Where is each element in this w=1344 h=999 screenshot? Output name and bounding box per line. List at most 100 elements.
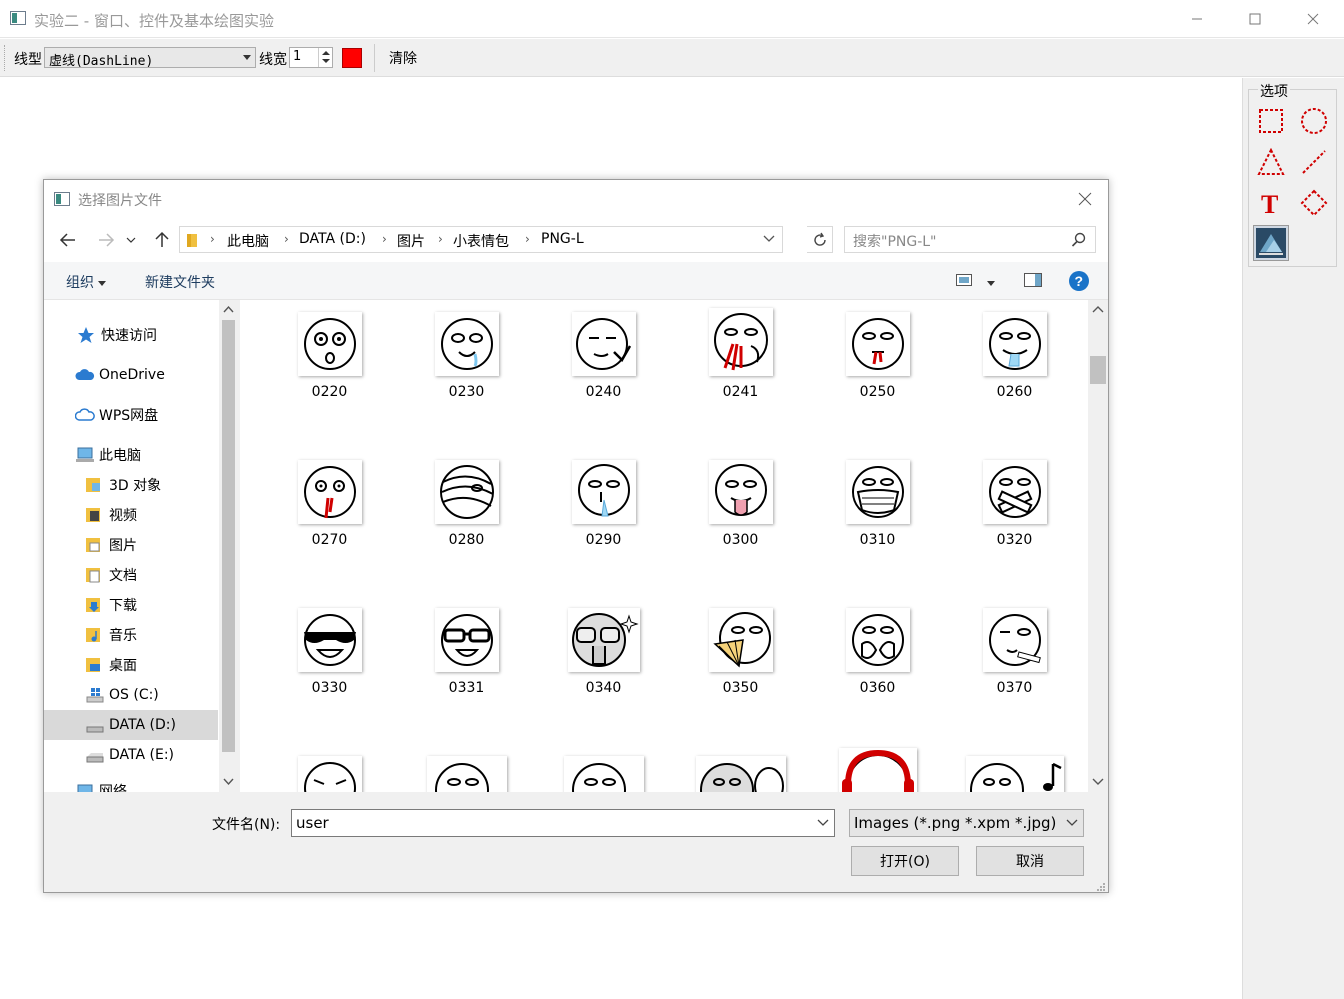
minimize-button[interactable] — [1168, 0, 1226, 38]
refresh-button[interactable] — [807, 226, 833, 253]
nav-item-quick-access[interactable]: 快速访问 — [44, 320, 218, 350]
resize-grip-icon[interactable] — [1096, 880, 1106, 891]
rectangle-tool-button[interactable] — [1254, 104, 1288, 138]
maximize-button[interactable] — [1226, 0, 1284, 38]
file-item[interactable] — [809, 744, 946, 792]
filename-input[interactable]: user — [291, 809, 835, 837]
diamond-tool-button[interactable] — [1297, 186, 1331, 220]
color-picker-button[interactable] — [342, 48, 362, 68]
up-button[interactable] — [150, 228, 174, 252]
help-button[interactable]: ? — [1068, 270, 1090, 296]
triangle-tool-button[interactable] — [1254, 145, 1288, 179]
breadcrumb-item[interactable]: 小表情包 — [453, 231, 509, 251]
file-thumbnail — [434, 608, 499, 672]
address-bar[interactable]: › 此电脑 › DATA (D:) › 图片 › 小表情包 › PNG-L — [179, 226, 783, 253]
file-item[interactable]: 0310 — [809, 448, 946, 596]
file-item[interactable]: 0220 — [261, 300, 398, 448]
cancel-button[interactable]: 取消 — [976, 846, 1084, 876]
file-item[interactable]: 0240 — [535, 300, 672, 448]
windows-drive-icon — [85, 686, 104, 704]
search-input[interactable]: 搜索"PNG-L" — [844, 226, 1096, 253]
nav-item-data-e[interactable]: DATA (E:) — [44, 740, 218, 770]
file-item[interactable]: 0340 — [535, 596, 672, 744]
folder-video-icon — [85, 506, 103, 524]
nav-pane-scrollbar[interactable] — [219, 300, 238, 792]
breadcrumb-item[interactable]: 此电脑 — [227, 231, 269, 251]
address-dropdown-button[interactable] — [762, 231, 780, 249]
nav-item-os-c[interactable]: OS (C:) — [44, 680, 218, 710]
recent-locations-button[interactable] — [124, 228, 138, 252]
scroll-thumb[interactable] — [222, 320, 235, 752]
open-button[interactable]: 打开(O) — [851, 846, 959, 876]
spin-down-icon[interactable] — [322, 59, 330, 63]
breadcrumb-item[interactable]: 图片 — [397, 231, 425, 251]
back-button[interactable] — [56, 228, 80, 252]
preview-pane-button[interactable] — [1024, 272, 1042, 292]
nav-item-videos[interactable]: 视频 — [44, 500, 218, 530]
file-item[interactable]: 0350 — [672, 596, 809, 744]
line-style-combo[interactable]: 虚线(DashLine) — [44, 47, 256, 69]
folder-downloads-icon — [85, 596, 103, 614]
file-item[interactable] — [946, 744, 1083, 792]
breadcrumb-item[interactable]: DATA (D:) — [299, 231, 366, 247]
nav-item-music[interactable]: 音乐 — [44, 620, 218, 650]
file-item[interactable]: 0360 — [809, 596, 946, 744]
file-item[interactable]: 0250 — [809, 300, 946, 448]
file-type-filter[interactable]: Images (*.png *.xpm *.jpg) — [849, 809, 1084, 837]
line-width-spinbox[interactable]: 1 — [289, 47, 333, 68]
file-item[interactable]: 0370 — [946, 596, 1083, 744]
ellipse-tool-button[interactable] — [1297, 104, 1331, 138]
breadcrumb-separator: › — [210, 232, 215, 246]
toolbar-grip[interactable] — [4, 45, 7, 71]
close-button[interactable] — [1284, 0, 1342, 38]
nav-item-desktop[interactable]: 桌面 — [44, 650, 218, 680]
nav-item-documents[interactable]: 文档 — [44, 560, 218, 590]
view-options-dropdown[interactable] — [986, 276, 996, 292]
nav-item-onedrive[interactable]: OneDrive — [44, 360, 218, 390]
file-item[interactable] — [261, 744, 398, 792]
filter-dropdown[interactable] — [1065, 816, 1079, 834]
change-view-button[interactable] — [956, 273, 972, 291]
nav-item-network[interactable]: 网络 — [44, 776, 218, 792]
scroll-thumb[interactable] — [1090, 356, 1106, 384]
nav-item-pictures[interactable]: 图片 — [44, 530, 218, 560]
file-list-scrollbar[interactable] — [1088, 300, 1108, 792]
file-thumbnail — [297, 608, 362, 672]
organize-menu[interactable]: 组织 — [66, 272, 106, 292]
nav-item-label: 音乐 — [109, 628, 137, 644]
options-title: 选项 — [1258, 81, 1290, 101]
file-name: 0300 — [722, 532, 759, 548]
filename-history-dropdown[interactable] — [816, 816, 830, 834]
file-item[interactable]: 0280 — [398, 448, 535, 596]
file-item[interactable] — [672, 744, 809, 792]
clear-button[interactable]: 清除 — [383, 47, 423, 69]
file-item[interactable]: 0260 — [946, 300, 1083, 448]
dialog-close-button[interactable] — [1070, 185, 1100, 213]
file-item[interactable]: 0270 — [261, 448, 398, 596]
spin-buttons[interactable] — [318, 48, 332, 67]
file-item[interactable]: 0320 — [946, 448, 1083, 596]
file-item[interactable]: 0300 — [672, 448, 809, 596]
file-item[interactable]: 0331 — [398, 596, 535, 744]
file-item[interactable]: 0230 — [398, 300, 535, 448]
rectangle-icon — [1259, 109, 1283, 133]
nav-item-downloads[interactable]: 下载 — [44, 590, 218, 620]
nav-item-3d-objects[interactable]: 3D 对象 — [44, 470, 218, 500]
file-item[interactable]: 0241 — [672, 300, 809, 448]
nav-item-wps-drive[interactable]: WPS网盘 — [44, 400, 218, 430]
search-icon[interactable] — [1071, 232, 1087, 252]
file-item[interactable] — [535, 744, 672, 792]
line-tool-button[interactable] — [1297, 145, 1331, 179]
new-folder-button[interactable]: 新建文件夹 — [145, 272, 215, 292]
file-item[interactable]: 0290 — [535, 448, 672, 596]
file-name: 0331 — [448, 680, 485, 696]
spin-up-icon[interactable] — [322, 51, 330, 55]
file-item[interactable]: 0330 — [261, 596, 398, 744]
breadcrumb-item[interactable]: PNG-L — [541, 231, 584, 247]
nav-item-this-pc[interactable]: 此电脑 — [44, 440, 218, 470]
forward-button[interactable] — [94, 228, 118, 252]
image-tool-button[interactable] — [1253, 225, 1289, 261]
nav-item-data-d[interactable]: DATA (D:) — [44, 710, 218, 740]
text-tool-button[interactable]: T — [1254, 186, 1288, 220]
file-item[interactable] — [398, 744, 535, 792]
